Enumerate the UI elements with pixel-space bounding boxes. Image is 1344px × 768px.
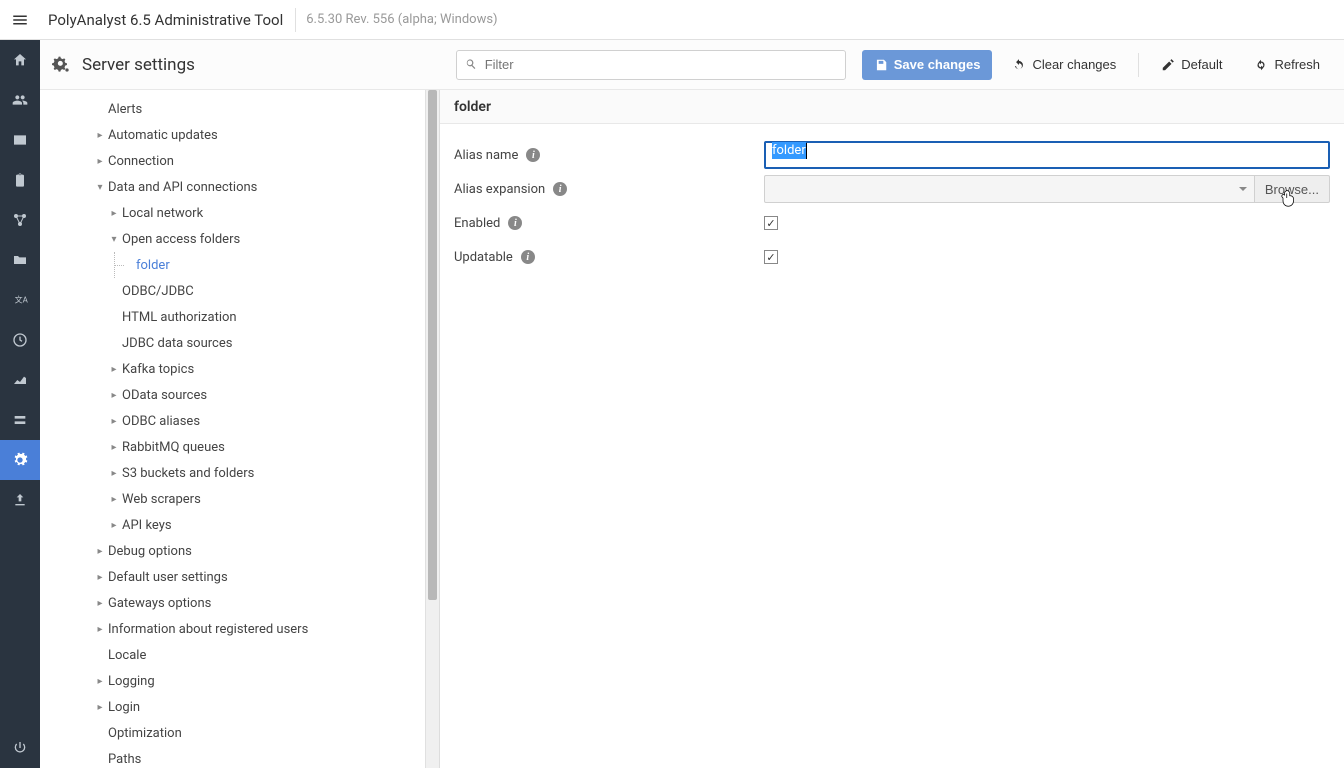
upload-icon[interactable] <box>0 480 40 520</box>
default-label: Default <box>1181 57 1222 72</box>
tree-kafka[interactable]: ▸Kafka topics <box>40 356 425 382</box>
info-icon[interactable]: i <box>508 216 522 230</box>
save-icon <box>874 58 888 72</box>
save-label: Save changes <box>894 57 981 72</box>
info-icon[interactable]: i <box>553 182 567 196</box>
app-version: 6.5.30 Rev. 556 (alpha; Windows) <box>295 8 497 32</box>
hamburger-menu-icon[interactable] <box>0 0 40 40</box>
refresh-button[interactable]: Refresh <box>1242 50 1332 80</box>
tree-alerts[interactable]: Alerts <box>40 96 425 122</box>
tree-logging[interactable]: ▸Logging <box>40 668 425 694</box>
alias-name-label: Alias name <box>454 148 518 163</box>
tree-s3[interactable]: ▸S3 buckets and folders <box>40 460 425 486</box>
settings-icon[interactable] <box>0 440 40 480</box>
search-icon <box>464 57 478 71</box>
toolbar: Server settings Save changes Clear chang… <box>40 40 1344 90</box>
browse-button[interactable]: Browse... <box>1255 175 1330 203</box>
tree-optimization[interactable]: Optimization <box>40 720 425 746</box>
titlebar: PolyAnalyst 6.5 Administrative Tool 6.5.… <box>0 0 1344 40</box>
icon-sidebar: 文A <box>0 40 40 768</box>
tree-local-network[interactable]: ▸Local network <box>40 200 425 226</box>
tree-open-access[interactable]: ▾Open access folders <box>40 226 425 252</box>
clear-button[interactable]: Clear changes <box>1000 50 1128 80</box>
refresh-label: Refresh <box>1274 57 1320 72</box>
updatable-label: Updatable <box>454 250 513 265</box>
alias-expansion-combo[interactable] <box>764 175 1255 203</box>
network-icon[interactable] <box>0 200 40 240</box>
tree-panel: Alerts ▸Automatic updates ▸Connection ▾D… <box>40 90 440 768</box>
pencil-icon <box>1161 58 1175 72</box>
info-icon[interactable]: i <box>521 250 535 264</box>
tree-connection[interactable]: ▸Connection <box>40 148 425 174</box>
enabled-label: Enabled <box>454 216 500 231</box>
clear-label: Clear changes <box>1032 57 1116 72</box>
users-icon[interactable] <box>0 80 40 120</box>
default-button[interactable]: Default <box>1149 50 1234 80</box>
language-icon[interactable]: 文A <box>0 280 40 320</box>
tree-web-scrapers[interactable]: ▸Web scrapers <box>40 486 425 512</box>
tree-login[interactable]: ▸Login <box>40 694 425 720</box>
page-title: Server settings <box>82 55 195 75</box>
enabled-checkbox[interactable]: ✓ <box>764 216 778 230</box>
updatable-checkbox[interactable]: ✓ <box>764 250 778 264</box>
separator <box>1138 53 1139 77</box>
tree-debug[interactable]: ▸Debug options <box>40 538 425 564</box>
clipboard-icon[interactable] <box>0 160 40 200</box>
tree-gateways[interactable]: ▸Gateways options <box>40 590 425 616</box>
tree-auto-updates[interactable]: ▸Automatic updates <box>40 122 425 148</box>
chevron-down-icon <box>1238 184 1248 194</box>
tree-paths[interactable]: Paths <box>40 746 425 768</box>
detail-header: folder <box>440 90 1344 124</box>
scrollbar-thumb[interactable] <box>428 90 437 600</box>
alias-expansion-label: Alias expansion <box>454 182 545 197</box>
tree-odata[interactable]: ▸OData sources <box>40 382 425 408</box>
save-button[interactable]: Save changes <box>862 50 993 80</box>
storage-icon[interactable] <box>0 400 40 440</box>
tree-scrollbar[interactable] <box>425 90 439 768</box>
tree-jdbc-ds[interactable]: JDBC data sources <box>40 330 425 356</box>
filter-input[interactable] <box>456 50 846 80</box>
tree-default-user[interactable]: ▸Default user settings <box>40 564 425 590</box>
tree-data-api[interactable]: ▾Data and API connections <box>40 174 425 200</box>
app-title: PolyAnalyst 6.5 Administrative Tool <box>40 11 283 29</box>
power-icon[interactable] <box>0 728 40 768</box>
svg-text:文A: 文A <box>15 295 28 305</box>
tree-rabbit[interactable]: ▸RabbitMQ queues <box>40 434 425 460</box>
tree-html-auth[interactable]: HTML authorization <box>40 304 425 330</box>
folder-icon[interactable] <box>0 240 40 280</box>
alias-name-input[interactable]: folder <box>764 141 1330 169</box>
schedule-icon[interactable] <box>0 320 40 360</box>
tree-odbc-alias[interactable]: ▸ODBC aliases <box>40 408 425 434</box>
undo-icon <box>1012 58 1026 72</box>
tree-reg-users[interactable]: ▸Information about registered users <box>40 616 425 642</box>
home-icon[interactable] <box>0 40 40 80</box>
info-icon[interactable]: i <box>526 148 540 162</box>
tree-folder[interactable]: folder <box>40 252 425 278</box>
refresh-icon <box>1254 58 1268 72</box>
tree-locale[interactable]: Locale <box>40 642 425 668</box>
gears-icon <box>52 55 72 75</box>
filter-wrap <box>456 50 846 80</box>
tree-odbc-jdbc[interactable]: ODBC/JDBC <box>40 278 425 304</box>
page-title-wrap: Server settings <box>52 55 195 75</box>
card-icon[interactable] <box>0 120 40 160</box>
detail-panel: folder Alias name i folder Alias expansio… <box>440 90 1344 768</box>
chart-icon[interactable] <box>0 360 40 400</box>
tree-api-keys[interactable]: ▸API keys <box>40 512 425 538</box>
